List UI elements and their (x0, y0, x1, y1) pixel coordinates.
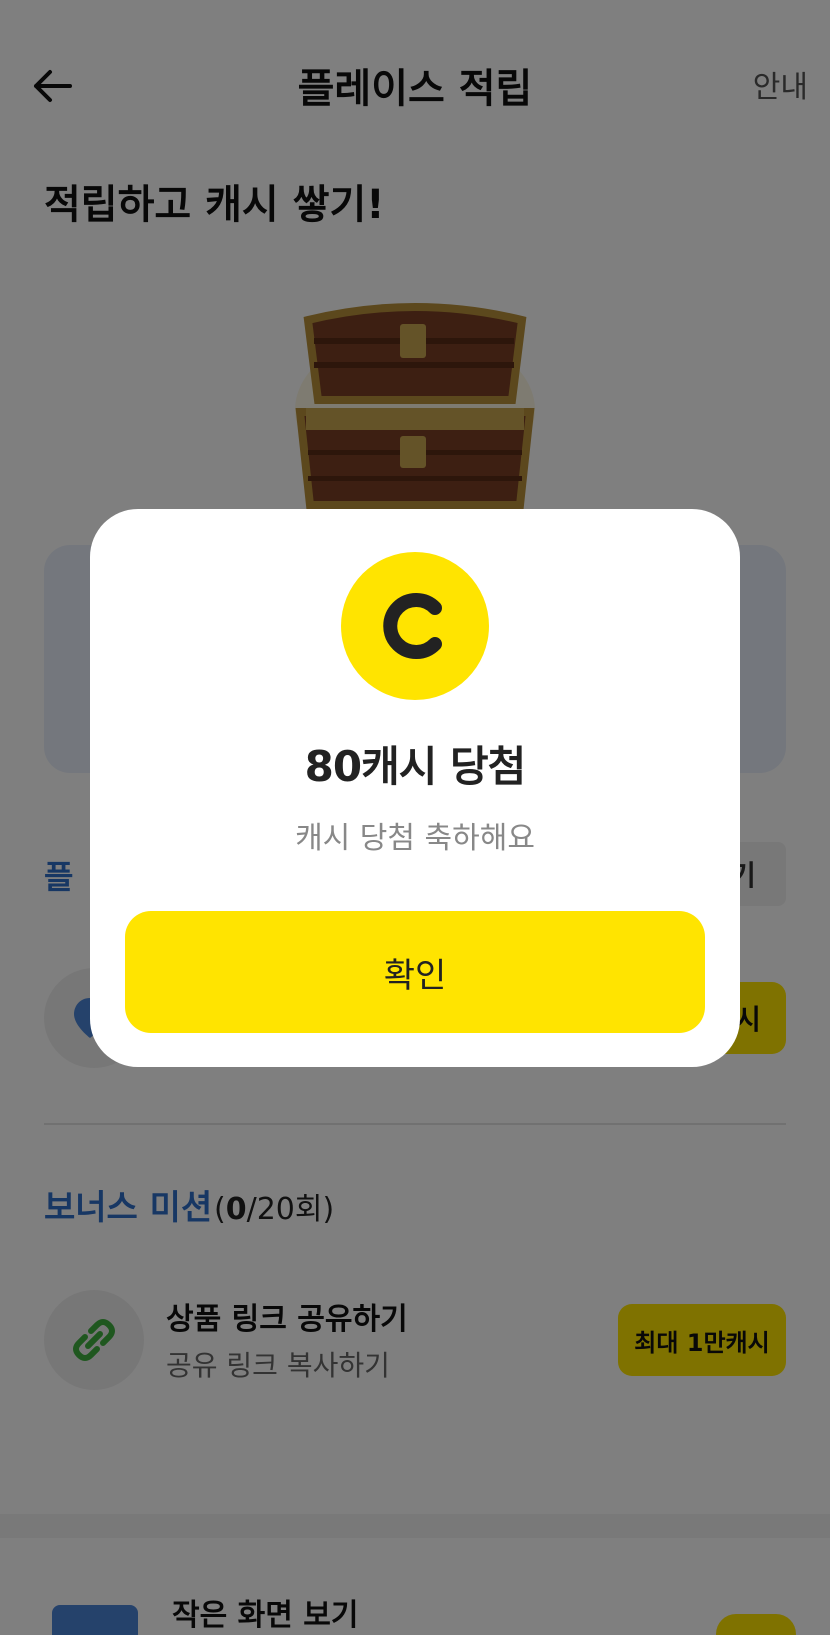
confirm-button[interactable]: 확인 (125, 911, 705, 1033)
dialog-title: 80캐시 당첨 (304, 742, 527, 791)
reward-dialog: 80캐시 당첨 캐시 당첨 축하해요 확인 (90, 509, 740, 1067)
cash-coin-icon (341, 552, 489, 700)
dialog-subtitle: 캐시 당첨 축하해요 (295, 821, 535, 856)
cash-c-icon (383, 593, 442, 659)
